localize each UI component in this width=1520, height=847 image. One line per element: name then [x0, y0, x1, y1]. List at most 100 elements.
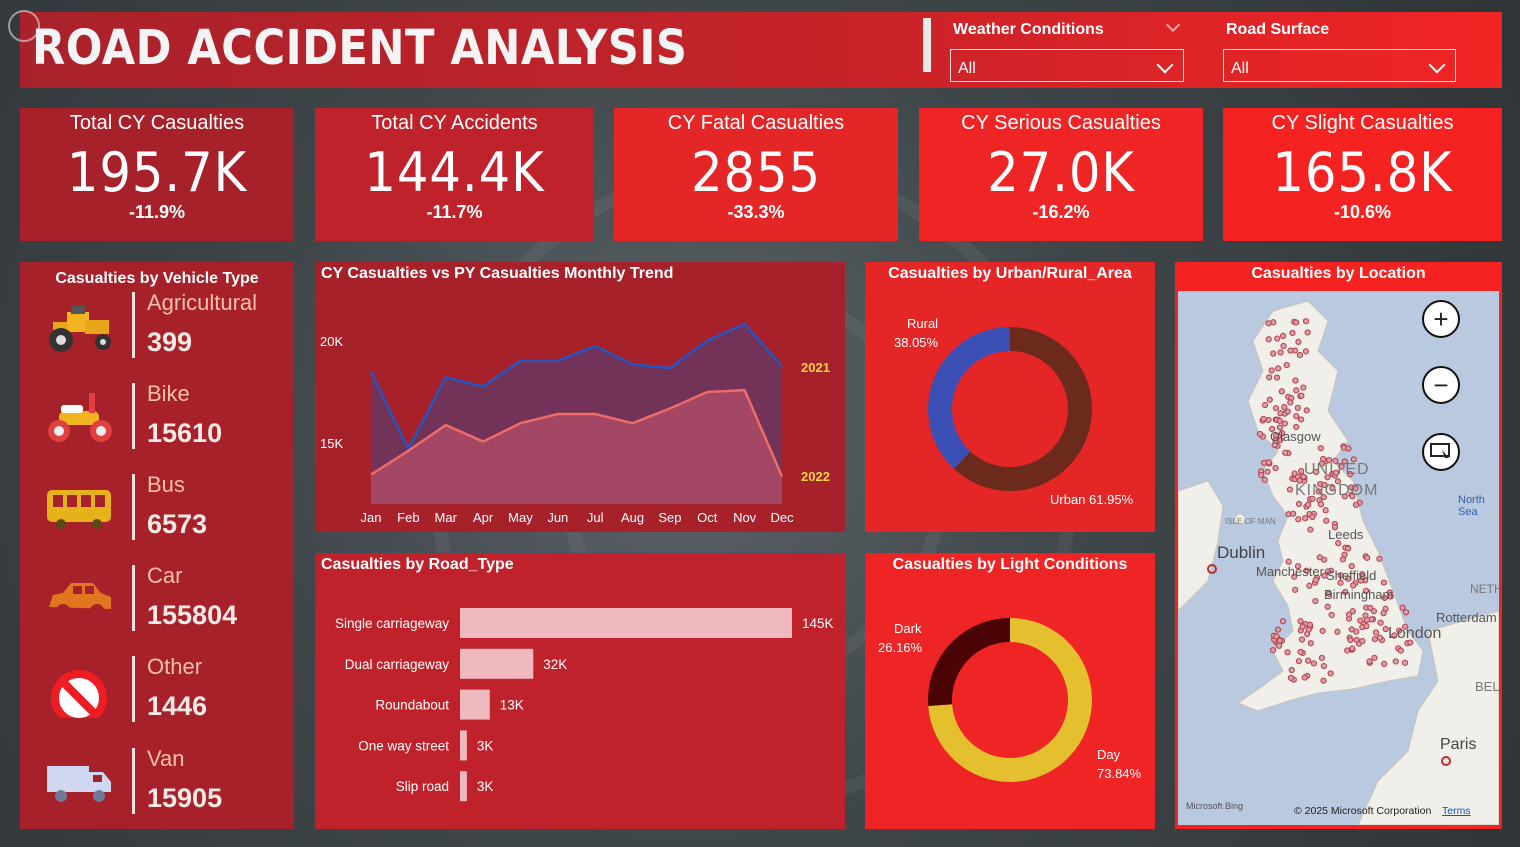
urban-label: Urban 61.95%	[1050, 492, 1134, 507]
bar-single-carriageway[interactable]	[460, 608, 792, 638]
casualty-dot	[1261, 401, 1269, 409]
x-tick-label: Feb	[397, 510, 419, 525]
donut-slice-dark[interactable]	[928, 618, 1010, 706]
urban-rural-panel: Casualties by Urban/Rural_Area Rural 38.…	[865, 262, 1155, 532]
map-label-isle-of-man: ISLE OF MAN	[1225, 517, 1276, 526]
casualty-dot	[1277, 410, 1284, 417]
casualty-dot	[1298, 416, 1305, 423]
casualty-dot	[1293, 413, 1300, 420]
x-tick-label: Mar	[435, 510, 458, 525]
map-label-dublin: Dublin	[1217, 543, 1266, 562]
bar-roundabout[interactable]	[460, 689, 490, 720]
casualty-dot	[1293, 319, 1300, 326]
x-tick-label: Jul	[587, 510, 604, 525]
casualty-dot	[1300, 384, 1307, 391]
casualty-dot	[1270, 350, 1277, 357]
road-surface-dropdown[interactable]: All	[1223, 49, 1456, 82]
casualty-dot	[1289, 329, 1296, 337]
kpi-title: Total CY Accidents	[371, 112, 538, 134]
casualty-dot	[1345, 545, 1352, 552]
casualty-dot	[1302, 348, 1310, 355]
map-view[interactable]: Glasgow UNITED KINGDOM Dublin Manchester…	[1178, 291, 1499, 825]
casualty-dot	[1317, 501, 1325, 508]
casualty-dot	[1277, 349, 1284, 356]
kpi-change: -11.9%	[128, 202, 186, 222]
vehicle-value: 6573	[147, 509, 208, 539]
select-area-button[interactable]	[1422, 433, 1460, 471]
vehicle-row-car[interactable]: Car 155804	[20, 563, 295, 643]
no-entry-icon	[51, 670, 107, 718]
casualty-dot	[1279, 618, 1287, 625]
weather-dropdown[interactable]: All	[950, 49, 1184, 82]
series-label-2021: 2021	[801, 360, 830, 375]
vehicle-row-van[interactable]: Van 15905	[20, 746, 295, 826]
monthly-trend-panel: CY Casualties vs PY Casualties Monthly T…	[315, 262, 845, 532]
casualty-dot	[1264, 468, 1271, 475]
vehicle-row-agricultural[interactable]: Agricultural 399	[20, 290, 295, 370]
motorbike-icon	[48, 393, 112, 442]
kpi-card-total-accidents: Total CY Accidents 144.4K -11.7%	[315, 108, 594, 241]
casualty-dot	[1327, 670, 1334, 677]
kpi-value: 144.4K	[364, 141, 545, 204]
vehicle-value: 1446	[147, 691, 208, 721]
kpi-value: 165.8K	[1272, 141, 1453, 204]
kpi-title: CY Slight Casualties	[1271, 112, 1454, 134]
vehicle-name: Bike	[147, 381, 190, 406]
day-pct: 73.84%	[1097, 766, 1142, 781]
casualty-dot	[1306, 582, 1313, 589]
casualty-dot	[1273, 374, 1281, 381]
map-label-manchester: Manchester	[1256, 564, 1324, 579]
x-tick-label: Nov	[733, 510, 757, 525]
casualty-dot	[1265, 459, 1272, 466]
casualty-dot	[1274, 626, 1282, 633]
casualty-dot	[1284, 649, 1291, 656]
kpi-value: 27.0K	[987, 141, 1135, 204]
vehicle-row-bus[interactable]: Bus 6573	[20, 472, 295, 552]
bus-icon	[47, 490, 111, 529]
bar-slip-road[interactable]	[460, 771, 467, 802]
casualty-dot	[1301, 674, 1308, 681]
casualty-dot	[1316, 554, 1323, 561]
casualty-dot	[1258, 471, 1265, 479]
casualty-dot	[1297, 618, 1304, 625]
bar-dual-carriageway[interactable]	[460, 648, 534, 679]
casualty-dot	[1371, 654, 1378, 661]
kpi-value: 2855	[690, 141, 822, 204]
casualty-dot	[1381, 660, 1388, 667]
casualty-dot	[1265, 320, 1272, 327]
location-map-panel: Casualties by Location Glasgow UNITED KI…	[1175, 262, 1502, 829]
x-tick-label: Jun	[547, 510, 568, 525]
map-terms-link[interactable]: Terms	[1442, 805, 1471, 817]
casualty-dot	[1304, 329, 1311, 336]
casualty-dot	[1298, 468, 1305, 475]
casualty-dot	[1276, 637, 1283, 644]
select-area-icon	[1430, 443, 1450, 461]
kpi-change: -10.6%	[1333, 202, 1392, 222]
casualty-dot	[1299, 623, 1306, 630]
vehicle-row-other[interactable]: Other 1446	[20, 654, 295, 734]
bar-value-label: 145K	[802, 616, 834, 631]
vehicle-separator	[132, 474, 135, 540]
kpi-card-slight-casualties: CY Slight Casualties 165.8K -10.6%	[1223, 108, 1502, 241]
minus-icon: −	[1433, 369, 1449, 400]
map-label-london: London	[1388, 625, 1442, 642]
donut-slice-rural[interactable]	[928, 327, 1010, 469]
kpi-card-serious-casualties: CY Serious Casualties 27.0K -16.2%	[919, 108, 1203, 241]
casualty-dot	[1292, 377, 1299, 384]
bar-one-way-street[interactable]	[460, 730, 467, 761]
map-label-bel: BEL	[1475, 679, 1499, 694]
bar-value-label: 32K	[543, 657, 567, 672]
zoom-in-button[interactable]: +	[1422, 300, 1460, 338]
casualty-dot	[1295, 500, 1303, 507]
vehicle-row-bike[interactable]: Bike 15610	[20, 381, 295, 461]
bar-category-label: Slip road	[396, 779, 449, 794]
zoom-out-button[interactable]: −	[1422, 366, 1460, 404]
bar-value-label: 3K	[477, 779, 494, 794]
casualty-dot	[1298, 392, 1305, 399]
kpi-title: CY Fatal Casualties	[667, 112, 845, 134]
casualty-dot	[1296, 352, 1303, 359]
casualty-dot	[1312, 597, 1319, 605]
casualty-dot	[1359, 638, 1366, 645]
casualty-dot	[1283, 361, 1290, 369]
x-tick-label: Dec	[770, 510, 794, 525]
